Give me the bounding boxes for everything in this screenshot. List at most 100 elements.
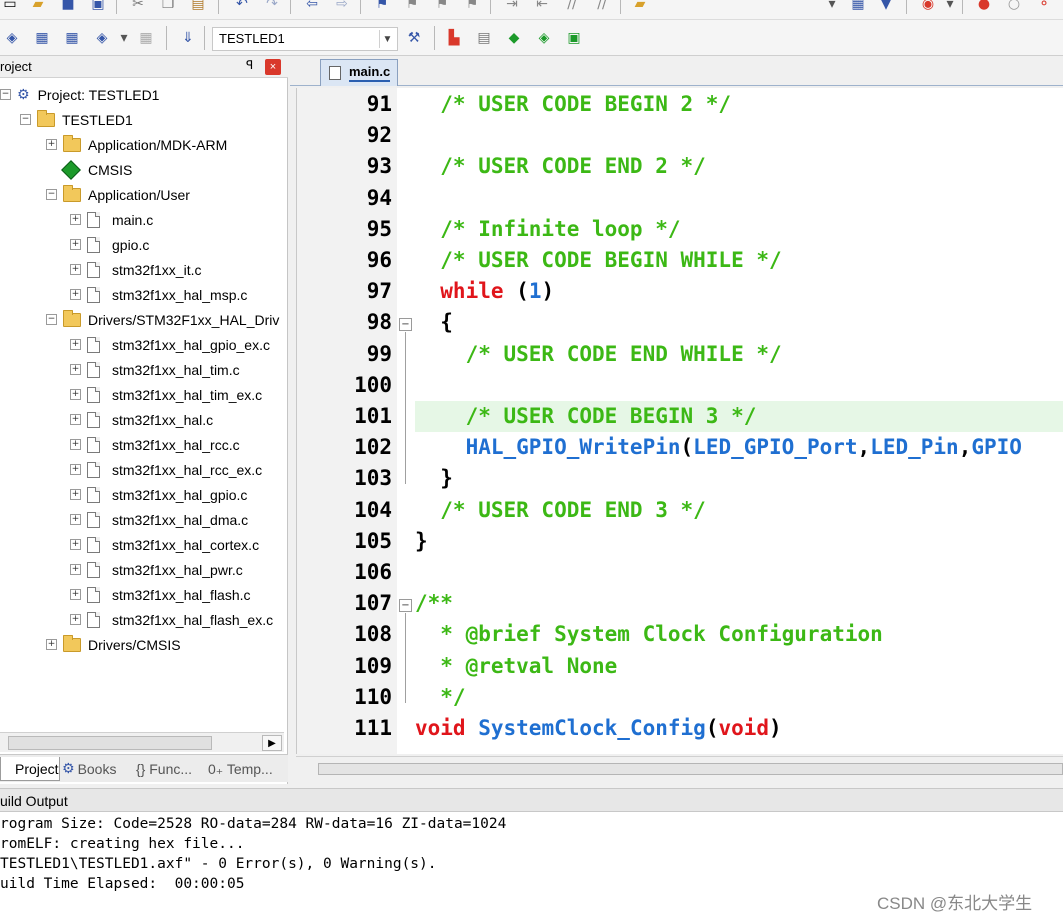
manage-rte-icon[interactable]: ◆ [504, 28, 524, 48]
expand-icon[interactable]: + [70, 239, 81, 250]
tree-project-root[interactable]: − ⚙ Project: TESTLED1 [0, 82, 159, 107]
file-extensions-icon[interactable]: ▤ [474, 28, 494, 48]
tree-file[interactable]: + stm32f1xx_hal_flash.c [70, 582, 251, 607]
expand-icon[interactable]: + [70, 289, 81, 300]
close-icon[interactable]: × [265, 59, 281, 75]
tree-target[interactable]: − TESTLED1 [20, 107, 133, 132]
tree-file[interactable]: + stm32f1xx_hal_gpio_ex.c [70, 332, 270, 357]
tree-file[interactable]: + stm32f1xx_hal_flash_ex.c [70, 607, 273, 632]
expand-icon[interactable]: + [70, 514, 81, 525]
translate-icon[interactable]: ◈ [2, 28, 22, 48]
debug-dropdown-icon[interactable]: ▾ [940, 0, 960, 14]
expand-icon[interactable]: + [70, 539, 81, 550]
copy-icon[interactable]: ❐ [158, 0, 178, 14]
tree-file[interactable]: + stm32f1xx_hal_tim_ex.c [70, 382, 262, 407]
code-line[interactable]: 105} [297, 529, 1063, 560]
paste-icon[interactable]: ▤ [188, 0, 208, 14]
code-line[interactable]: 102 HAL_GPIO_WritePin(LED_GPIO_Port,LED_… [297, 435, 1063, 466]
tree-group-hal-driver[interactable]: − Drivers/STM32F1xx_HAL_Driv [46, 307, 279, 332]
target-select[interactable]: TESTLED1 ▼ [212, 27, 398, 51]
code-line[interactable]: 95 /* Infinite loop */ [297, 217, 1063, 248]
code-line[interactable]: 107−/** [297, 591, 1063, 622]
expand-icon[interactable]: + [46, 139, 57, 150]
expand-icon[interactable]: + [70, 389, 81, 400]
code-line[interactable]: 98− { [297, 310, 1063, 341]
expand-icon[interactable]: + [70, 414, 81, 425]
bookmark-next-icon[interactable]: ⚑ [432, 0, 452, 14]
code-line[interactable]: 108 * @brief System Clock Configuration [297, 622, 1063, 653]
tree-group-application-user[interactable]: − Application/User [46, 182, 190, 207]
tab-main-c[interactable]: main.c [320, 59, 398, 86]
tab-templates[interactable]: 0₊ Temp... [208, 757, 286, 781]
project-hscrollbar[interactable]: ▶ [0, 732, 284, 752]
indent-icon[interactable]: ⇥ [502, 0, 522, 14]
breakpoint-disabled-icon[interactable]: ○ [1004, 0, 1024, 14]
tree-group-cmsis[interactable]: CMSIS [61, 157, 132, 182]
save-all-icon[interactable]: ▣ [88, 0, 108, 14]
uncomment-icon[interactable]: // [592, 0, 612, 14]
collapse-icon[interactable]: − [0, 89, 11, 100]
scrollbar-thumb[interactable] [318, 763, 1063, 775]
tree-file[interactable]: + stm32f1xx_hal.c [70, 407, 213, 432]
tree-file[interactable]: + stm32f1xx_hal_pwr.c [70, 557, 243, 582]
batch-build-dropdown-icon[interactable]: ▾ [114, 28, 134, 48]
cut-icon[interactable]: ✂ [128, 0, 148, 14]
tree-file[interactable]: + stm32f1xx_hal_rcc.c [70, 432, 240, 457]
new-file-icon[interactable]: ▭ [0, 0, 20, 14]
expand-icon[interactable]: + [70, 464, 81, 475]
bookmark-clear-icon[interactable]: ⚑ [462, 0, 482, 14]
tab-books[interactable]: ⚙ Books [62, 757, 132, 781]
rebuild-icon[interactable]: ▦ [62, 28, 82, 48]
code-line[interactable]: 91 /* USER CODE BEGIN 2 */ [297, 92, 1063, 123]
collapse-icon[interactable]: − [46, 314, 57, 325]
find-in-files-icon[interactable]: ▰ [630, 0, 650, 14]
code-line[interactable]: 92 [297, 123, 1063, 154]
scrollbar-thumb[interactable] [8, 736, 212, 750]
bookmark-prev-icon[interactable]: ⚑ [402, 0, 422, 14]
code-line[interactable]: 104 /* USER CODE END 3 */ [297, 498, 1063, 529]
kill-breakpoints-icon[interactable]: ⚬ [1034, 0, 1054, 14]
tab-project[interactable]: Project [0, 757, 60, 781]
code-line[interactable]: 100 [297, 373, 1063, 404]
code-line[interactable]: 97 while (1) [297, 279, 1063, 310]
expand-icon[interactable]: + [46, 639, 57, 650]
expand-icon[interactable]: + [70, 489, 81, 500]
expand-icon[interactable]: + [70, 589, 81, 600]
code-line[interactable]: 96 /* USER CODE BEGIN WHILE */ [297, 248, 1063, 279]
code-line[interactable]: 99 /* USER CODE END WHILE */ [297, 342, 1063, 373]
collapse-icon[interactable]: − [46, 189, 57, 200]
batch-build-icon[interactable]: ◈ [92, 28, 112, 48]
breakpoint-icon[interactable]: ● [974, 0, 994, 14]
redo-icon[interactable]: ↷ [262, 0, 282, 14]
target-options-icon[interactable]: ⚒ [404, 28, 424, 48]
incremental-find-icon[interactable]: ▼ [876, 0, 896, 14]
save-icon[interactable]: ■ [58, 0, 78, 14]
pack-installer-icon[interactable]: ▣ [564, 28, 584, 48]
tree-file[interactable]: + stm32f1xx_hal_cortex.c [70, 532, 259, 557]
chevron-down-icon[interactable]: ▼ [379, 30, 395, 48]
expand-icon[interactable]: + [70, 614, 81, 625]
tree-file[interactable]: + main.c [70, 207, 153, 232]
fold-toggle-icon[interactable]: − [399, 599, 412, 613]
bookmark-icon[interactable]: ⚑ [372, 0, 392, 14]
comment-icon[interactable]: // [562, 0, 582, 14]
manage-project-icon[interactable]: ▙ [444, 28, 464, 48]
expand-icon[interactable]: + [70, 214, 81, 225]
code-line[interactable]: 103 } [297, 466, 1063, 497]
code-line[interactable]: 111 void SystemClock_Config(void) [297, 716, 1063, 747]
download-icon[interactable]: ⇓ [178, 28, 198, 48]
build-icon[interactable]: ▦ [32, 28, 52, 48]
tree-file[interactable]: + stm32f1xx_hal_dma.c [70, 507, 248, 532]
collapse-icon[interactable]: − [20, 114, 31, 125]
tree-file[interactable]: + stm32f1xx_hal_msp.c [70, 282, 247, 307]
tree-file[interactable]: + stm32f1xx_it.c [70, 257, 201, 282]
expand-icon[interactable]: + [70, 564, 81, 575]
nav-back-icon[interactable]: ⇦ [302, 0, 322, 14]
code-line[interactable]: 94 [297, 186, 1063, 217]
undo-icon[interactable]: ↶ [232, 0, 252, 14]
expand-icon[interactable]: + [70, 264, 81, 275]
select-packs-icon[interactable]: ◈ [534, 28, 554, 48]
code-editor[interactable]: 91 /* USER CODE BEGIN 2 */92 93 /* USER C… [296, 88, 1063, 754]
code-line[interactable]: 93 /* USER CODE END 2 */ [297, 154, 1063, 185]
open-folder-icon[interactable]: ▰ [28, 0, 48, 14]
